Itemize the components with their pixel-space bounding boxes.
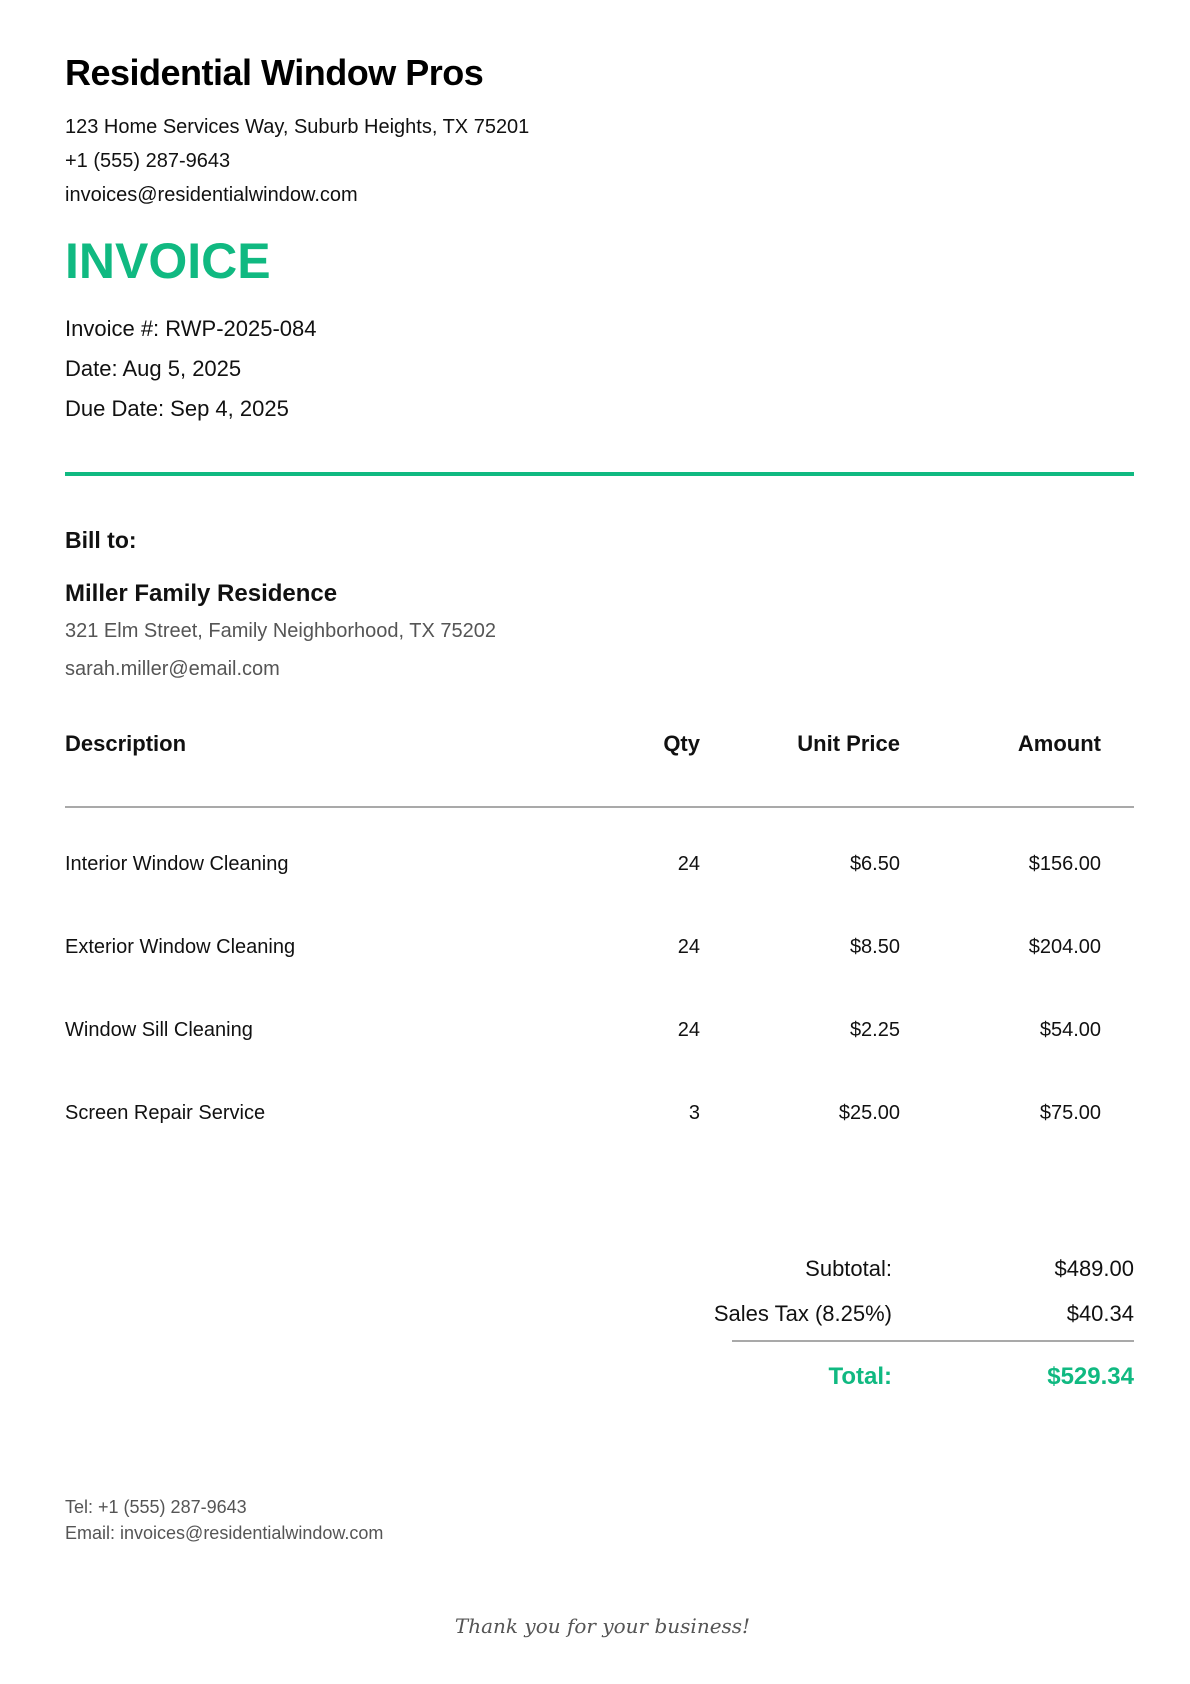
footer-tel: Tel: +1 (555) 287-9643 xyxy=(65,1497,247,1517)
table-row: Interior Window Cleaning 24 $6.50 $156.0… xyxy=(0,853,1190,893)
invoice-number: Invoice #: RWP-2025-084 xyxy=(65,316,317,341)
row-description: Screen Repair Service xyxy=(65,1102,266,1124)
row-description: Window Sill Cleaning xyxy=(65,1019,253,1041)
row-description: Interior Window Cleaning xyxy=(65,853,289,875)
company-phone: +1 (555) 287-9643 xyxy=(65,150,231,172)
bill-to-heading: Bill to: xyxy=(65,527,137,553)
invoice-page: Residential Window Pros 123 Home Service… xyxy=(0,0,1190,1684)
company-name: Residential Window Pros xyxy=(65,52,484,93)
row-amount: $54.00 xyxy=(1039,1019,1101,1041)
column-header-amount: Amount xyxy=(1017,731,1101,756)
company-address: 123 Home Services Way, Suburb Heights, T… xyxy=(65,116,530,138)
client-name: Miller Family Residence xyxy=(65,580,338,607)
subtotal-label: Subtotal: xyxy=(805,1256,892,1281)
row-description: Exterior Window Cleaning xyxy=(65,936,296,958)
total-label: Total: xyxy=(828,1363,892,1390)
client-address: 321 Elm Street, Family Neighborhood, TX … xyxy=(65,620,496,642)
footer-email: Email: invoices@residentialwindow.com xyxy=(65,1523,384,1543)
subtotal-value: $489.00 xyxy=(1054,1256,1134,1281)
company-email: invoices@residentialwindow.com xyxy=(65,184,358,206)
row-unit-price: $25.00 xyxy=(838,1102,900,1124)
row-unit-price: $6.50 xyxy=(849,853,900,875)
row-qty: 24 xyxy=(677,853,700,875)
row-amount: $75.00 xyxy=(1039,1102,1101,1124)
table-row: Screen Repair Service 3 $25.00 $75.00 xyxy=(0,1102,1190,1142)
row-amount: $204.00 xyxy=(1028,936,1101,958)
invoice-title: INVOICE xyxy=(65,233,271,289)
row-unit-price: $8.50 xyxy=(849,936,900,958)
sales-tax-value: $40.34 xyxy=(1066,1301,1134,1326)
total-value: $529.34 xyxy=(1047,1363,1134,1390)
table-row: Exterior Window Cleaning 24 $8.50 $204.0… xyxy=(0,936,1190,976)
row-amount: $156.00 xyxy=(1028,853,1101,875)
column-header-description: Description xyxy=(65,731,187,756)
table-row: Window Sill Cleaning 24 $2.25 $54.00 xyxy=(0,1019,1190,1059)
invoice-date: Date: Aug 5, 2025 xyxy=(65,356,242,381)
totals-divider xyxy=(732,1340,1134,1342)
row-qty: 24 xyxy=(677,1019,700,1041)
column-header-unit-price: Unit Price xyxy=(797,731,900,756)
row-qty: 3 xyxy=(688,1102,700,1124)
invoice-due-date: Due Date: Sep 4, 2025 xyxy=(65,396,289,421)
table-header-divider xyxy=(65,806,1134,808)
header-divider xyxy=(65,472,1134,476)
column-header-qty: Qty xyxy=(663,731,700,756)
row-unit-price: $2.25 xyxy=(849,1019,900,1041)
row-qty: 24 xyxy=(677,936,700,958)
thank-you-note: Thank you for your business! xyxy=(454,1614,751,1638)
sales-tax-label: Sales Tax (8.25%) xyxy=(713,1301,892,1326)
client-email: sarah.miller@email.com xyxy=(65,658,280,680)
